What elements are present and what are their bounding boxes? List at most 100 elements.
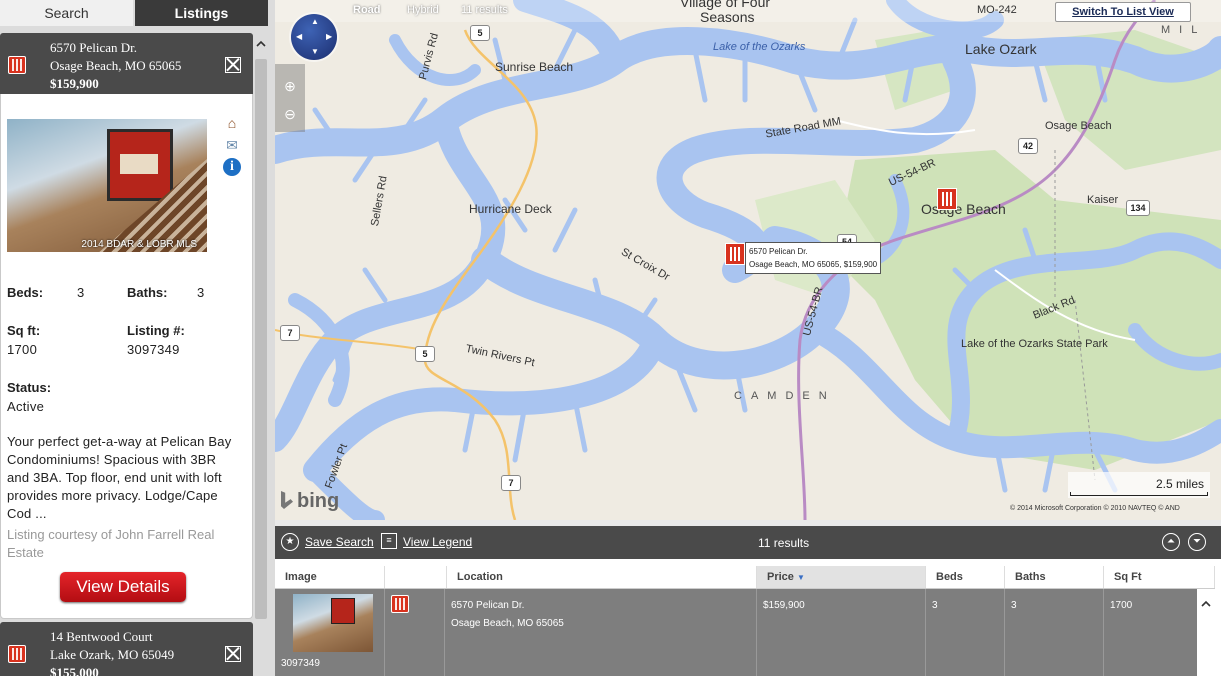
chevron-up-icon[interactable] [1201,599,1211,609]
listing-map-pin[interactable] [937,188,957,210]
zoom-out-icon[interactable]: ⊖ [282,106,298,122]
map-results-count: 11 results [461,4,508,16]
bing-logo: bing [281,490,339,513]
listing-price: $155,000 [50,665,99,676]
map-label: Lake of the Ozarks State Park [961,338,1108,350]
save-search-link[interactable]: Save Search [305,535,374,549]
listing-description: Your perfect get-a-way at Pelican Bay Co… [7,434,232,521]
listings-panel: Search Listings 6570 Pelican Dr. Osage B… [0,0,275,676]
results-table: Image Location Price ▼ Beds Baths Sq Ft … [275,559,1221,676]
tab-search[interactable]: Search [0,0,133,26]
zoom-controls: ⊕ ⊖ [275,64,305,132]
pan-down-icon[interactable]: ▼ [311,47,319,56]
map-mode-road[interactable]: Road [353,4,381,16]
column-header-beds[interactable]: Beds [926,566,1005,588]
star-icon[interactable]: ★ [281,533,299,551]
cell-address1: 6570 Pelican Dr. [451,600,525,611]
cell-image[interactable]: 3097349 [275,589,385,676]
column-header-type[interactable] [385,566,447,588]
listing-card-header[interactable]: 6570 Pelican Dr. Osage Beach, MO 65065 $… [0,33,253,94]
cell-beds: 3 [926,589,1005,676]
table-header: Image Location Price ▼ Beds Baths Sq Ft [275,566,1215,589]
column-header-sqft[interactable]: Sq Ft [1104,566,1215,588]
column-header-location[interactable]: Location [447,566,757,588]
cell-baths: 3 [1005,589,1104,676]
status-label: Status: [7,380,52,395]
baths-label: Baths: [127,285,168,300]
mail-icon[interactable]: ✉ [223,136,241,154]
map-view[interactable]: Road Hybrid 11 results Switch To List Vi… [275,0,1221,520]
close-icon[interactable] [225,57,241,73]
building-icon [8,645,26,663]
cell-price: $159,900 [757,589,926,676]
building-icon [8,56,26,74]
map-label: Seasons [700,9,755,25]
map-label: Osage Beach [921,201,1006,217]
map-label: Lake of the Ozarks [713,41,806,53]
cell-type [385,589,445,676]
cell-sqft: 1700 [1110,600,1133,611]
chevron-up-icon[interactable] [256,39,266,49]
map-pan-control[interactable]: ▲ ▼ ◀ ▶ [291,14,337,60]
pan-left-icon[interactable]: ◀ [296,32,302,41]
expand-up-icon[interactable]: ⏶ [1162,533,1180,551]
scale-bar [1070,492,1208,496]
column-header-image[interactable]: Image [275,566,385,588]
view-details-button[interactable]: View Details [60,572,186,602]
zoom-in-icon[interactable]: ⊕ [282,78,298,94]
home-icon[interactable]: ⌂ [223,114,241,132]
map-pin-tooltip: 6570 Pelican Dr. Osage Beach, MO 65065, … [745,242,882,274]
cell-location: 6570 Pelican Dr. Osage Beach, MO 65065 [445,589,757,676]
sort-desc-icon: ▼ [796,573,805,582]
listing-thumbnail[interactable] [293,594,373,652]
legend-icon[interactable]: ≡ [381,533,397,549]
sqft-label: Sq ft: [7,323,41,338]
beds-value: 3 [77,285,85,300]
tab-listings[interactable]: Listings [133,0,268,26]
column-header-baths[interactable]: Baths [1005,566,1104,588]
pan-right-icon[interactable]: ▶ [326,32,332,41]
map-label: Kaiser [1087,194,1119,206]
route-shield: 134 [1126,200,1150,216]
map-scale: 2.5 miles [1068,472,1210,498]
map-label: Osage Beach [1045,120,1112,132]
route-shield: 5 [470,25,490,41]
beds-label: Beds: [7,285,44,300]
listing-courtesy: Listing courtesy of John Farrell Real Es… [7,527,215,560]
baths-value: 3 [197,285,205,300]
map-label: Lake Ozark [965,41,1037,57]
map-label: MO-242 [977,4,1017,16]
bing-wordmark: bing [297,490,340,512]
collapse-down-icon[interactable]: ⏷ [1188,533,1206,551]
pan-up-icon[interactable]: ▲ [311,17,319,26]
map-mode-hybrid[interactable]: Hybrid [407,4,439,16]
listing-photo[interactable]: 2014 BDAR & LOBR MLS [7,119,207,252]
listing-street: 6570 Pelican Dr. [50,40,138,55]
cell-address2: Osage Beach, MO 65065 [451,618,564,629]
panel-scrollbar[interactable] [253,33,269,676]
table-scrollbar[interactable] [1197,589,1215,676]
status-value: Active [7,399,45,414]
column-header-price[interactable]: Price ▼ [757,566,926,588]
scrollbar-thumb[interactable] [255,59,267,619]
sqft-value: 1700 [7,342,38,357]
view-legend-link[interactable]: View Legend [403,535,472,549]
map-label: Hurricane Deck [469,202,552,216]
switch-to-list-button[interactable]: Switch To List View [1055,2,1191,22]
info-icon[interactable]: i [223,158,241,176]
tooltip-address: 6570 Pelican Dr. [749,247,808,256]
listing-city: Lake Ozark, MO 65049 [50,647,175,662]
tooltip-detail: Osage Beach, MO 65065, $159,900 [749,260,878,269]
route-shield: 7 [280,325,300,341]
route-shield: 42 [1018,138,1038,154]
cell-listing-number: 3097349 [281,658,320,669]
panel-tabs: Search Listings [0,0,268,26]
close-icon[interactable] [225,646,241,662]
map-label: CAMDEN [734,390,836,402]
listing-number-value: 3097349 [127,342,180,357]
scale-label: 2.5 miles [1155,477,1204,491]
listing-map-pin[interactable] [725,243,745,265]
table-row[interactable]: 3097349 6570 Pelican Dr. Osage Beach, MO… [275,589,1197,676]
photo-caption: 2014 BDAR & LOBR MLS [81,239,197,250]
listing-card-header[interactable]: 14 Bentwood Court Lake Ozark, MO 65049 $… [0,622,253,676]
